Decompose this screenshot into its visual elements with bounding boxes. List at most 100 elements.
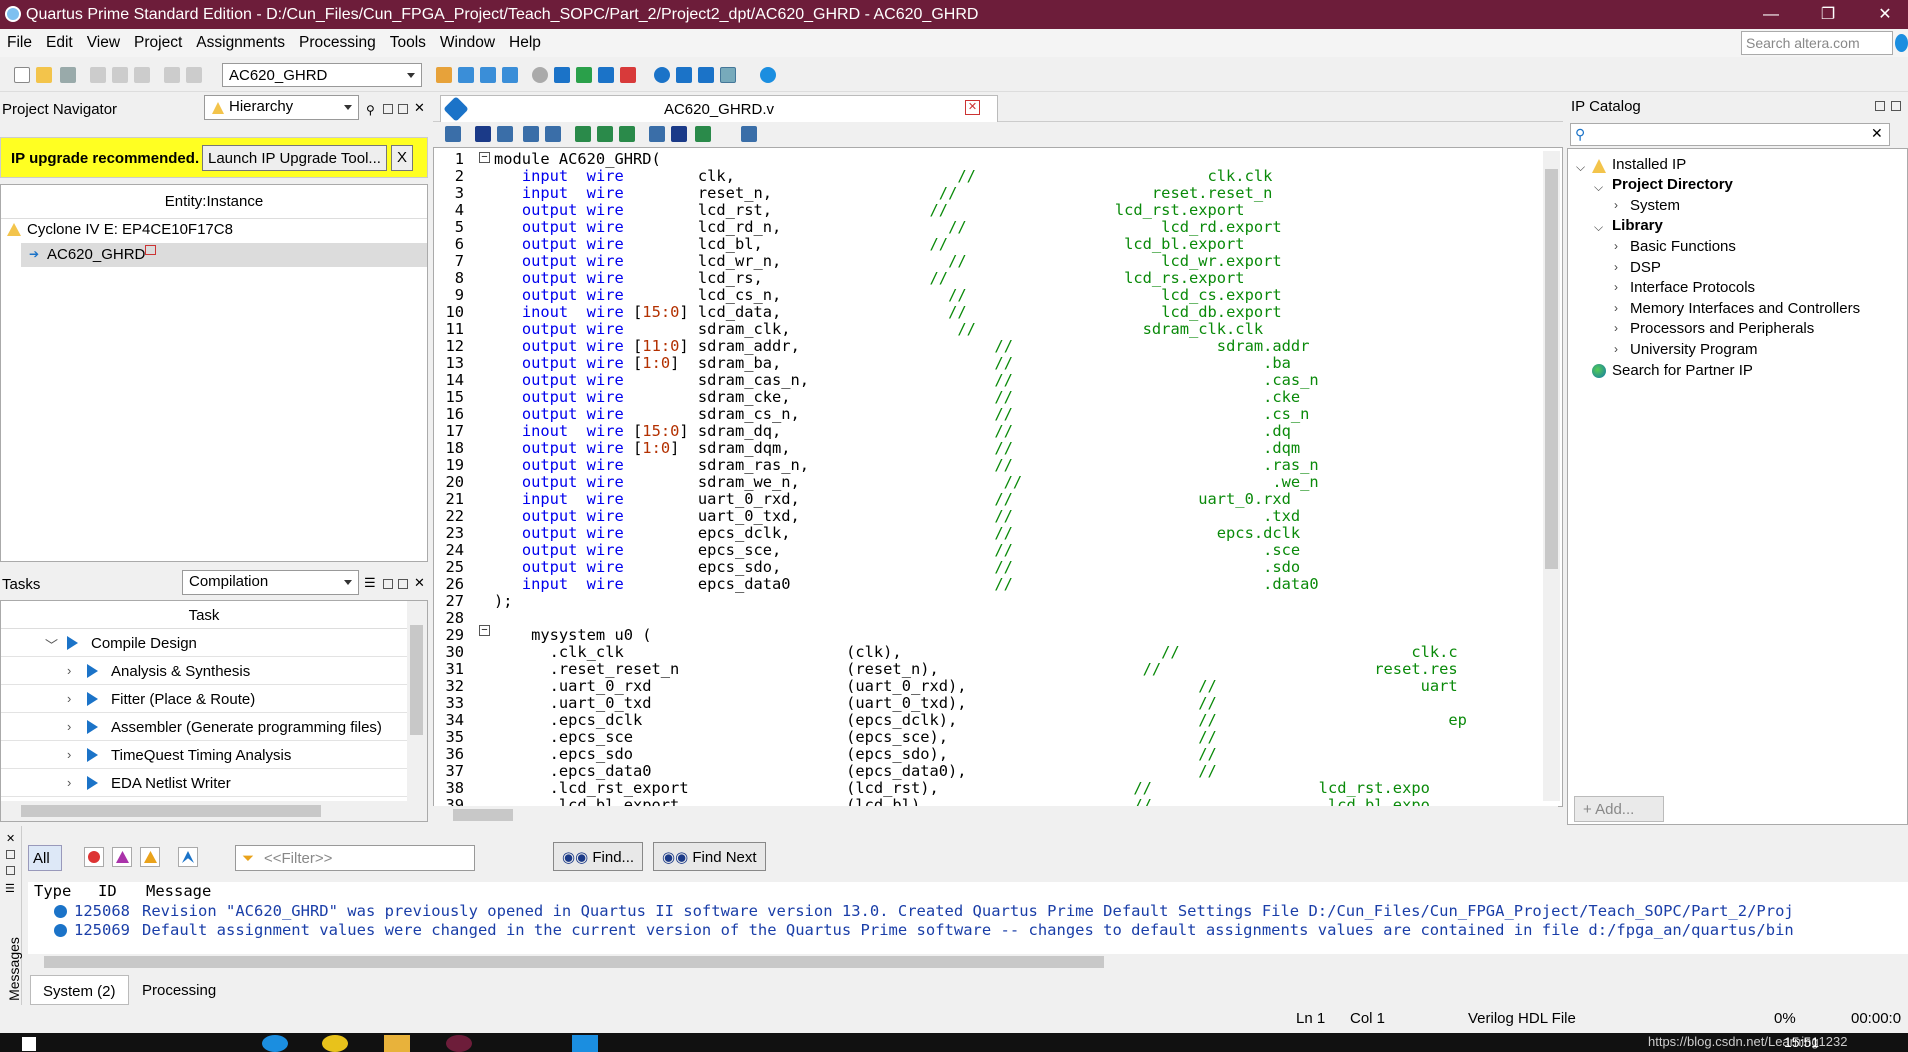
- code-line[interactable]: .epcs_sce (epcs_sce), //: [494, 729, 1217, 746]
- code-line[interactable]: output wire sdram_cs_n, // .cs_n: [494, 406, 1310, 423]
- code-line[interactable]: mysystem u0 (: [494, 627, 651, 644]
- pin-icon[interactable]: [6, 866, 15, 875]
- ip-search-input[interactable]: ⚲ ✕: [1570, 123, 1890, 146]
- code-line[interactable]: output wire epcs_sce, // .sce: [494, 542, 1300, 559]
- close-window-button[interactable]: ✕: [1862, 0, 1908, 29]
- chevron-right-icon[interactable]: ›: [1614, 301, 1618, 315]
- folder-icon[interactable]: [384, 1035, 410, 1052]
- chevron-right-icon[interactable]: ›: [1614, 198, 1618, 212]
- code-line[interactable]: output wire [1:0] sdram_ba, // .ba: [494, 355, 1291, 372]
- menu-file[interactable]: File: [0, 34, 39, 52]
- code-line[interactable]: output wire epcs_sdo, // .sdo: [494, 559, 1300, 576]
- error-filter-icon[interactable]: [84, 847, 104, 867]
- code-line[interactable]: output wire uart_0_txd, // .txd: [494, 508, 1300, 525]
- prev-bookmark-icon[interactable]: [619, 126, 635, 142]
- pin-planner-icon[interactable]: [480, 67, 496, 83]
- project-directory-item[interactable]: Project Directory: [1612, 176, 1733, 193]
- bookmark-icon[interactable]: [575, 126, 591, 142]
- code-line[interactable]: output wire epcs_dclk, // epcs.dclk: [494, 525, 1300, 542]
- maximize-button[interactable]: ❐: [1805, 0, 1851, 29]
- close-panel-icon[interactable]: ✕: [6, 832, 15, 845]
- uncomment-icon[interactable]: [671, 126, 687, 142]
- scroll-thumb[interactable]: [453, 809, 513, 821]
- task-compile-design[interactable]: ﹀ Compile Design: [1, 629, 409, 657]
- menu-assignments[interactable]: Assignments: [189, 34, 292, 52]
- tasks-hscrollbar[interactable]: [1, 801, 427, 821]
- chevron-right-icon[interactable]: ›: [1614, 342, 1618, 356]
- minimize-button[interactable]: —: [1748, 0, 1794, 29]
- chevron-right-icon[interactable]: ›: [1614, 280, 1618, 294]
- scroll-thumb[interactable]: [410, 625, 423, 735]
- unindent-icon[interactable]: [545, 126, 561, 142]
- code-line[interactable]: output wire lcd_wr_n, // lcd_wr.export: [494, 253, 1282, 270]
- revision-select[interactable]: AC620_GHRD: [222, 63, 422, 87]
- lib-dsp[interactable]: DSP: [1630, 259, 1661, 276]
- fold-icon[interactable]: −: [479, 625, 490, 636]
- code-line[interactable]: output wire lcd_rd_n, // lcd_rd.export: [494, 219, 1282, 236]
- menu-processing[interactable]: Processing: [292, 34, 383, 52]
- float-icon[interactable]: [1891, 101, 1901, 111]
- start-icon[interactable]: [22, 1037, 36, 1051]
- edit-icon[interactable]: [436, 67, 452, 83]
- next-bookmark-icon[interactable]: [597, 126, 613, 142]
- menu-lines-icon[interactable]: ☰: [5, 882, 15, 895]
- messages-hscrollbar[interactable]: [28, 954, 1908, 970]
- code-line[interactable]: output wire lcd_rst, // lcd_rst.export: [494, 202, 1245, 219]
- code-line[interactable]: output wire [1:0] sdram_dqm, // .dqm: [494, 440, 1300, 457]
- undo-icon[interactable]: [164, 67, 180, 83]
- float-icon[interactable]: [398, 579, 408, 589]
- warning-filter-icon[interactable]: [140, 847, 160, 867]
- menu-tools[interactable]: Tools: [383, 34, 433, 52]
- start-compilation-icon[interactable]: [554, 67, 570, 83]
- add-ip-button[interactable]: + Add...: [1574, 796, 1664, 822]
- indent-icon[interactable]: [523, 126, 539, 142]
- lib-memory-interfaces[interactable]: Memory Interfaces and Controllers: [1630, 300, 1860, 317]
- tab-processing[interactable]: Processing: [130, 975, 228, 1005]
- template-icon[interactable]: [695, 126, 711, 142]
- code-line[interactable]: output wire lcd_cs_n, // lcd_cs.export: [494, 287, 1282, 304]
- code-line[interactable]: output wire [11:0] sdram_addr, // sdram.…: [494, 338, 1310, 355]
- chevron-right-icon[interactable]: ›: [1614, 321, 1618, 335]
- code-line[interactable]: .reset_reset_n (reset_n), // reset.res: [494, 661, 1458, 678]
- float-icon[interactable]: [6, 850, 15, 859]
- task-timequest[interactable]: › TimeQuest Timing Analysis: [1, 741, 409, 769]
- chevron-down-icon[interactable]: ⌵: [1576, 160, 1585, 175]
- task-analysis-synthesis[interactable]: › Analysis & Synthesis: [1, 657, 409, 685]
- chevron-right-icon[interactable]: ›: [1614, 239, 1618, 253]
- close-panel-icon[interactable]: ✕: [414, 100, 425, 116]
- help-globe-icon[interactable]: [1895, 34, 1908, 52]
- flow-select[interactable]: Compilation: [182, 570, 359, 595]
- code-line[interactable]: output wire lcd_rs, // lcd_rs.export: [494, 270, 1245, 287]
- code-line[interactable]: output wire sdram_ras_n, // .ras_n: [494, 457, 1319, 474]
- search-partner-ip-link[interactable]: Search for Partner IP: [1612, 362, 1753, 379]
- menu-view[interactable]: View: [80, 34, 127, 52]
- close-tab-icon[interactable]: ✕: [965, 100, 980, 115]
- task-assembler[interactable]: › Assembler (Generate programming files): [1, 713, 409, 741]
- critical-warning-filter-icon[interactable]: [112, 847, 132, 867]
- altera-search-input[interactable]: Search altera.com: [1741, 31, 1893, 55]
- new-file-icon[interactable]: [14, 67, 30, 83]
- comment-icon[interactable]: [649, 126, 665, 142]
- goto-icon[interactable]: [497, 126, 513, 142]
- chevron-right-icon[interactable]: ›: [1614, 260, 1618, 274]
- chevron-down-icon[interactable]: ⌵: [1594, 220, 1603, 235]
- task-fitter[interactable]: › Fitter (Place & Route): [1, 685, 409, 713]
- paste-icon[interactable]: [134, 67, 150, 83]
- platform-designer-icon[interactable]: [720, 67, 736, 83]
- scroll-thumb[interactable]: [21, 805, 321, 817]
- code-line[interactable]: input wire clk, // clk.clk: [494, 168, 1273, 185]
- code-line[interactable]: .uart_0_txd (uart_0_txd), //: [494, 695, 1217, 712]
- find-next-button[interactable]: ◉◉ Find Next: [653, 842, 766, 871]
- cut-icon[interactable]: [90, 67, 106, 83]
- code-line[interactable]: .epcs_dclk (epcs_dclk), // ep: [494, 712, 1467, 729]
- chip-planner-icon[interactable]: [654, 67, 670, 83]
- chrome-icon[interactable]: [322, 1035, 348, 1052]
- close-panel-icon[interactable]: ✕: [414, 575, 425, 591]
- open-file-icon[interactable]: [36, 67, 52, 83]
- fold-icon[interactable]: −: [479, 152, 490, 163]
- tab-system[interactable]: System (2): [30, 975, 129, 1005]
- report-icon[interactable]: [620, 67, 636, 83]
- save-icon[interactable]: [60, 67, 76, 83]
- code-line[interactable]: input wire epcs_data0 // .data0: [494, 576, 1319, 593]
- editor-hscrollbar[interactable]: [433, 806, 1558, 823]
